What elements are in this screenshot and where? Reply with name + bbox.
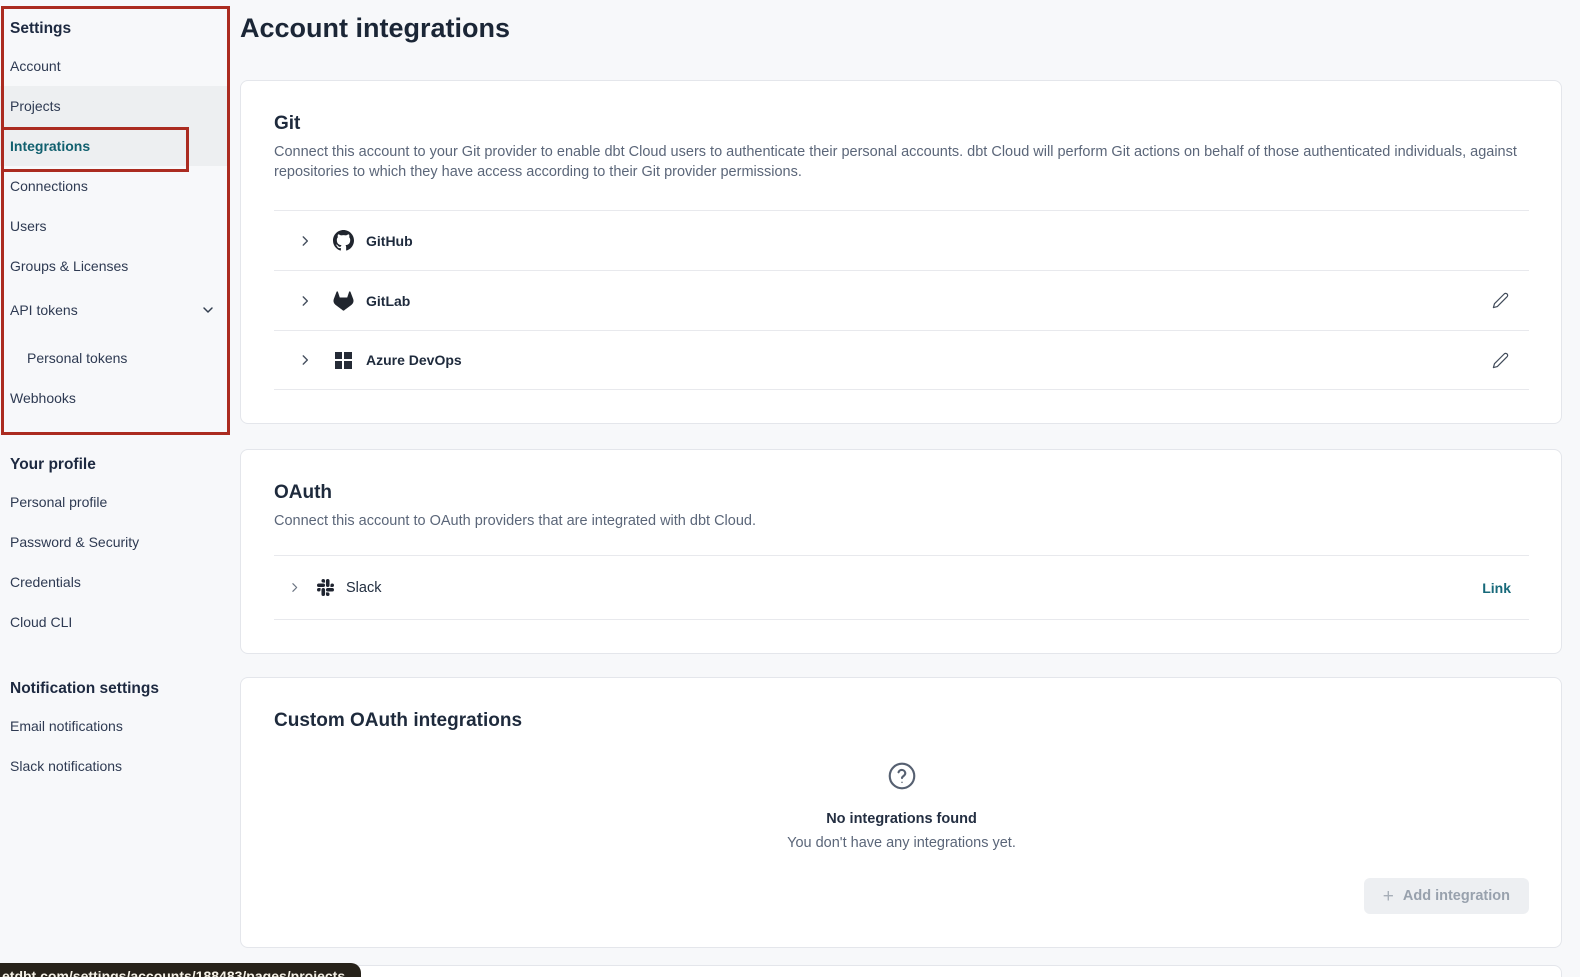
oauth-section-card: OAuth Connect this account to OAuth prov… (240, 449, 1562, 654)
sidebar-item-personal-tokens[interactable]: Personal tokens (0, 338, 230, 378)
question-circle-icon (886, 760, 918, 792)
sidebar-item-personal-profile[interactable]: Personal profile (0, 482, 230, 522)
next-card-edge (240, 965, 1562, 977)
sidebar-item-cloud-cli[interactable]: Cloud CLI (0, 602, 230, 642)
slack-icon (316, 579, 334, 596)
provider-label: Azure DevOps (366, 352, 462, 368)
provider-label: Slack (346, 580, 381, 596)
chevron-right-icon[interactable] (298, 234, 312, 248)
sidebar-item-api-tokens[interactable]: API tokens (0, 290, 230, 330)
empty-state-subtitle: You don't have any integrations yet. (274, 835, 1529, 851)
edit-icon[interactable] (1490, 350, 1511, 371)
custom-oauth-section-title: Custom OAuth integrations (274, 710, 1529, 732)
sidebar-item-password-security[interactable]: Password & Security (0, 522, 230, 562)
gitlab-icon (332, 291, 354, 311)
sidebar-item-webhooks[interactable]: Webhooks (0, 378, 230, 418)
oauth-provider-row-slack[interactable]: Slack Link (274, 555, 1529, 620)
sidebar-header-settings: Settings (0, 12, 230, 46)
plus-icon: + (1383, 887, 1394, 906)
sidebar-header-your-profile: Your profile (0, 448, 230, 482)
oauth-section-title: OAuth (274, 482, 1529, 504)
status-url-tooltip: etdbt.com/settings/accounts/188483/pages… (0, 963, 361, 977)
sidebar-header-notification-settings: Notification settings (0, 672, 230, 706)
sidebar-item-projects[interactable]: Projects (0, 86, 230, 126)
add-integration-button[interactable]: + Add integration (1364, 878, 1529, 914)
sidebar-item-email-notifications[interactable]: Email notifications (0, 706, 230, 746)
settings-sidebar: Settings Account Projects Integrations C… (0, 0, 230, 786)
git-provider-row-gitlab[interactable]: GitLab (274, 270, 1529, 330)
sidebar-item-groups-licenses[interactable]: Groups & Licenses (0, 246, 230, 286)
git-provider-row-github[interactable]: GitHub (274, 210, 1529, 270)
chevron-right-icon[interactable] (298, 294, 312, 308)
sidebar-item-connections[interactable]: Connections (0, 166, 230, 206)
oauth-provider-list: Slack Link (274, 555, 1529, 620)
git-provider-list: GitHub GitLab (274, 210, 1529, 390)
slack-link-button[interactable]: Link (1482, 580, 1511, 596)
provider-label: GitHub (366, 233, 413, 249)
empty-state: No integrations found You don't have any… (274, 760, 1529, 851)
sidebar-item-slack-notifications[interactable]: Slack notifications (0, 746, 230, 786)
git-section-description: Connect this account to your Git provide… (274, 142, 1529, 182)
edit-icon[interactable] (1490, 290, 1511, 311)
git-section-title: Git (274, 113, 1529, 135)
chevron-down-icon[interactable] (200, 302, 216, 318)
chevron-right-icon[interactable] (298, 353, 312, 367)
provider-label: GitLab (366, 293, 410, 309)
oauth-section-description: Connect this account to OAuth providers … (274, 511, 1529, 531)
chevron-right-icon[interactable] (288, 581, 302, 594)
sidebar-item-account[interactable]: Account (0, 46, 230, 86)
main-content: Account integrations Git Connect this ac… (240, 0, 1562, 948)
sidebar-item-credentials[interactable]: Credentials (0, 562, 230, 602)
github-icon (332, 230, 354, 251)
sidebar-item-integrations[interactable]: Integrations (0, 126, 230, 166)
page-title: Account integrations (240, 10, 1562, 46)
git-section-card: Git Connect this account to your Git pro… (240, 80, 1562, 424)
empty-state-title: No integrations found (274, 811, 1529, 827)
custom-oauth-section-card: Custom OAuth integrations No integration… (240, 677, 1562, 948)
sidebar-item-users[interactable]: Users (0, 206, 230, 246)
azure-devops-icon (332, 352, 354, 369)
git-provider-row-azure-devops[interactable]: Azure DevOps (274, 330, 1529, 390)
